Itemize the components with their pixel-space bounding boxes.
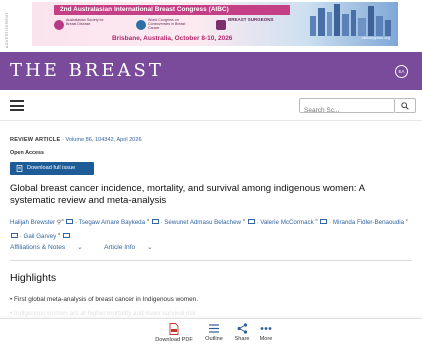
ad-logos: Australasian Society for Breast Disease … [54,17,284,34]
author-affiliation-sup: a [61,217,64,222]
article-title: Global breast cancer incidence, mortalit… [10,183,365,206]
highlight-text: First global meta-analysis of breast can… [14,296,199,303]
ad-logo-world-congress-text: World Congress on Controversies in Breas… [148,18,186,30]
journal-title[interactable]: THE BREAST [10,60,164,81]
email-icon[interactable] [66,219,74,225]
email-icon[interactable] [247,219,255,225]
email-icon[interactable] [11,233,18,239]
author-link[interactable]: Sewunet Admasu Belachew [164,219,241,226]
chevron-down-icon: ⌄ [77,244,83,251]
ad-logo-world-congress: World Congress on Controversies in Breas… [136,18,196,30]
open-access-label: Open Access [10,150,44,156]
asbd-logo-icon [54,20,64,30]
search-button[interactable] [395,98,416,113]
search-input[interactable] [300,104,392,117]
volume-link[interactable]: Volume 86, 104342, April 2026 [65,137,141,143]
advertisement-strip: ADVERTISEMENT 2nd Australasian Internati… [0,0,422,52]
author-affiliation-sup: a [146,217,150,222]
article-meta: REVIEW ARTICLE · Volume 86, 104342, Apri… [10,137,142,143]
download-pdf-button[interactable]: Download PDF [152,323,196,343]
download-full-issue-button[interactable]: Download full issue [10,162,94,175]
article-info-toggle[interactable]: Article Info ⌄ [104,244,163,251]
ad-location: Brisbane, Australia, October 8-10, 2026 [112,35,233,42]
author-affiliation-sup: b [315,217,318,222]
more-dots-icon [260,327,272,330]
author-link[interactable]: Tsegaw Amare Baykeda [79,219,145,226]
email-icon[interactable] [320,219,328,225]
highlight-text: Indigenous women are at higher mortality… [14,310,196,317]
more-button[interactable]: More [255,323,277,342]
highlights-heading: Highlights [10,272,57,284]
search-box [299,98,395,117]
highlight-item-faded: • Indigenous women are at higher mortali… [10,310,196,317]
document-icon [16,165,23,172]
breast-surgeons-logo-icon [216,20,226,30]
author-link[interactable]: Valerie McCormack [260,219,314,226]
author-affiliation-sup: a [57,231,61,237]
ad-logo-breast-surgeons-text: BREAST SURGEONS [228,17,274,22]
section-divider [10,260,412,261]
ad-logo-asbd: Australasian Society for Breast Disease [54,18,114,30]
download-full-issue-label: Download full issue [27,165,76,171]
ad-title: 2nd Australasian International Breast Co… [54,5,290,15]
download-pdf-label: Download PDF [155,337,193,343]
affiliations-notes-toggle[interactable]: Affiliations & Notes ⌄ [10,244,93,251]
author-affiliation-sup: a [242,217,245,222]
author-link[interactable]: Miranda Fidler-Benaoudia [333,219,404,226]
search-icon [401,101,409,110]
outline-list-icon [209,324,219,333]
author-link[interactable]: Gail Garvey [24,233,57,240]
bottom-toolbar: Download PDF Outline Share More [0,318,422,350]
pdf-icon [169,323,179,335]
article-info-row: Affiliations & Notes ⌄ Article Info ⌄ [10,243,173,251]
share-button[interactable]: Share [230,323,254,342]
navigation-bar [0,90,422,121]
author-affiliation-sup: c [405,217,408,222]
email-icon[interactable] [151,219,159,225]
chevron-down-icon: ⌄ [147,244,153,251]
advertisement-label: ADVERTISEMENT [5,12,9,48]
highlight-item: • First global meta-analysis of breast c… [10,296,199,303]
outline-button[interactable]: Outline [200,323,228,342]
article-type: REVIEW ARTICLE [10,137,61,143]
author-list: Halijah Brewster ⚲a · Tsegaw Amare Bayke… [10,217,408,241]
hamburger-menu-icon[interactable] [10,100,24,111]
affiliations-notes-label: Affiliations & Notes [10,244,66,251]
city-skyline-icon [310,4,391,36]
more-label: More [259,336,273,342]
ad-banner[interactable]: 2nd Australasian International Breast Co… [32,2,398,46]
ad-logo-breast-surgeons: BREAST SURGEONS [216,17,276,30]
share-icon [237,323,247,334]
journal-header: THE BREAST EA [0,52,422,90]
journal-badge-icon[interactable]: EA [395,65,408,78]
article-info-label: Article Info [104,244,136,251]
author-link[interactable]: Halijah Brewster [10,219,55,226]
email-icon[interactable] [62,233,70,239]
ad-logo-asbd-text: Australasian Society for Breast Disease [66,18,104,26]
outline-label: Outline [205,336,223,342]
world-congress-logo-icon [136,20,146,30]
share-label: Share [234,336,250,342]
